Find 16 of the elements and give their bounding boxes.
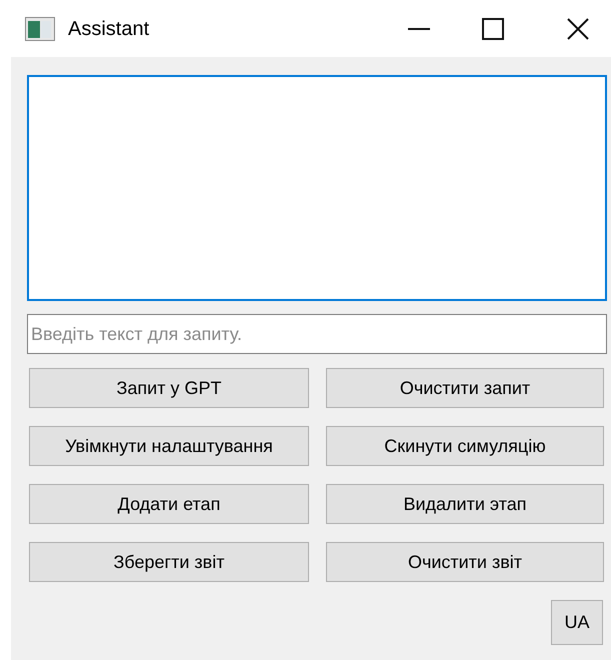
language-button[interactable]: UA xyxy=(551,600,603,645)
output-area[interactable] xyxy=(27,75,607,301)
maximize-icon[interactable] xyxy=(482,18,504,40)
action-button[interactable]: Очистити звіт xyxy=(326,542,604,582)
action-button[interactable]: Скинути симуляцію xyxy=(326,426,604,466)
action-button[interactable]: Запит у GPT xyxy=(29,368,309,408)
close-icon[interactable] xyxy=(567,18,589,40)
action-button[interactable]: Очистити запит xyxy=(326,368,604,408)
action-button[interactable]: Додати етап xyxy=(29,484,309,524)
query-field[interactable]: Введіть текст для запиту. xyxy=(27,314,607,354)
app-icon xyxy=(25,16,55,40)
action-button[interactable]: Зберегти звіт xyxy=(29,542,309,582)
action-button[interactable]: Увімкнути налаштування xyxy=(29,426,309,466)
minimize-icon[interactable] xyxy=(408,28,430,30)
action-button[interactable]: Видалити этап xyxy=(326,484,604,524)
window-title: Assistant xyxy=(68,16,150,42)
